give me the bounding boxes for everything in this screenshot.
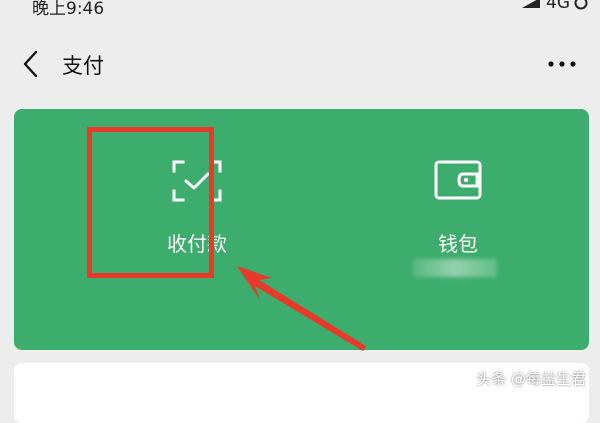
pay-card: 收付款 钱包 xyxy=(14,109,589,350)
network-type: 4G xyxy=(546,0,570,13)
wallet-button[interactable]: 钱包 xyxy=(358,109,558,350)
signal-icon xyxy=(522,0,540,8)
collect-pay-label: 收付款 xyxy=(167,232,227,256)
chevron-left-icon xyxy=(23,50,38,78)
watermark: 头条 @每益生君 xyxy=(476,370,586,388)
page-title: 支付 xyxy=(62,54,104,78)
blurred-balance xyxy=(413,259,497,277)
status-time: 晚上9:46 xyxy=(32,0,105,19)
wallet-icon xyxy=(434,160,482,200)
status-bar: 晚上9:46 4G xyxy=(0,0,600,20)
wallet-label: 钱包 xyxy=(438,232,478,256)
nav-bar: 支付 xyxy=(0,36,600,92)
battery-icon xyxy=(574,0,588,10)
scan-check-icon xyxy=(172,160,222,202)
back-button[interactable] xyxy=(16,48,48,80)
status-indicators: 4G xyxy=(520,0,588,13)
more-dots-icon xyxy=(548,61,576,67)
more-button[interactable] xyxy=(546,50,578,78)
collect-pay-button[interactable]: 收付款 xyxy=(97,109,297,350)
